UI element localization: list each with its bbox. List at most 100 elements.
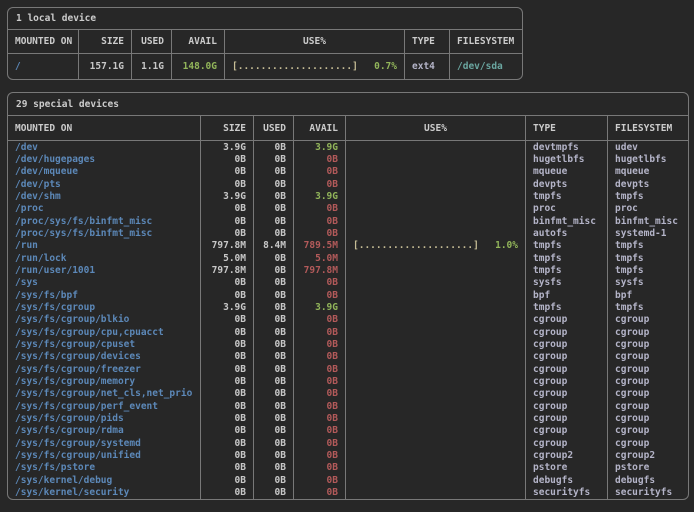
avail-cell: 0B [294,277,346,289]
used-cell: 0B [254,314,294,326]
size-cell: 0B [201,449,254,461]
mount-cell: /sys/kernel/debug [8,474,201,486]
use-percent-cell [346,425,526,437]
size-cell: 0B [201,338,254,350]
used-cell: 0B [254,203,294,215]
filesystem-cell: bpf [608,289,688,301]
used-cell: 0B [254,474,294,486]
filesystem-cell: debugfs [608,474,688,486]
mount-cell: /run/lock [8,252,201,264]
size-cell: 0B [201,178,254,190]
size-cell: 0B [201,326,254,338]
use-percent-cell [346,449,526,461]
mount-cell: /sys/fs/cgroup/systemd [8,437,201,449]
mount-cell: /dev [8,141,201,153]
filesystem-cell: hugetlbfs [608,153,688,165]
type-cell: tmpfs [526,240,608,252]
avail-cell: 148.0G [172,54,225,79]
used-cell: 0B [254,227,294,239]
size-cell: 0B [201,437,254,449]
use-percent-cell [346,289,526,301]
size-cell: 0B [201,474,254,486]
mount-cell: /proc/sys/fs/binfmt_misc [8,227,201,239]
filesystem-cell: cgroup [608,375,688,387]
use-percent-cell [346,388,526,400]
usage-bar: [....................] [232,61,358,72]
size-cell: 3.9G [201,190,254,202]
used-cell: 0B [254,400,294,412]
mount-cell: /sys/fs/cgroup/devices [8,351,201,363]
use-percent-cell [346,351,526,363]
type-cell: tmpfs [526,252,608,264]
used-cell: 0B [254,486,294,498]
size-cell: 797.8M [201,264,254,276]
avail-cell: 0B [294,388,346,400]
type-cell: cgroup [526,338,608,350]
avail-cell: 0B [294,215,346,227]
size-cell: 0B [201,166,254,178]
used-cell: 8.4M [254,240,294,252]
mount-cell: /dev/pts [8,178,201,190]
size-cell: 0B [201,153,254,165]
column-header-type: TYPE [526,116,608,141]
column-header-used: USED [132,30,172,54]
filesystem-cell: devpts [608,178,688,190]
used-cell: 0B [254,277,294,289]
use-percent-cell [346,486,526,498]
used-cell: 1.1G [132,54,172,79]
used-cell: 0B [254,375,294,387]
avail-cell: 0B [294,178,346,190]
type-cell: hugetlbfs [526,153,608,165]
used-cell: 0B [254,412,294,424]
size-cell: 0B [201,375,254,387]
use-percent-cell [346,166,526,178]
use-percent-cell [346,363,526,375]
used-cell: 0B [254,449,294,461]
use-percent-cell [346,474,526,486]
filesystem-cell: cgroup [608,425,688,437]
filesystem-cell: /dev/sda [450,54,522,79]
mount-cell: /sys/fs/cgroup [8,301,201,313]
avail-cell: 0B [294,153,346,165]
used-cell: 0B [254,388,294,400]
type-cell: autofs [526,227,608,239]
use-percent-cell [346,338,526,350]
type-cell: bpf [526,289,608,301]
size-cell: 0B [201,289,254,301]
type-cell: cgroup [526,388,608,400]
used-cell: 0B [254,153,294,165]
size-cell: 157.1G [79,54,132,79]
filesystem-cell: mqueue [608,166,688,178]
size-cell: 0B [201,314,254,326]
use-percent-cell [346,462,526,474]
mount-cell: /sys/fs/cgroup/rdma [8,425,201,437]
filesystem-cell: cgroup [608,351,688,363]
filesystem-cell: securityfs [608,486,688,498]
mount-cell: /run/user/1001 [8,264,201,276]
size-cell: 3.9G [201,141,254,153]
mount-cell: /dev/shm [8,190,201,202]
size-cell: 0B [201,203,254,215]
mount-cell: /dev/hugepages [8,153,201,165]
type-cell: cgroup [526,351,608,363]
use-percent-cell [346,178,526,190]
type-cell: cgroup2 [526,449,608,461]
mount-cell: /sys/fs/cgroup/unified [8,449,201,461]
use-percent-cell [346,252,526,264]
avail-cell: 0B [294,338,346,350]
mount-cell: /sys/fs/cgroup/cpuset [8,338,201,350]
mount-cell: /sys/fs/cgroup/net_cls,net_prio [8,388,201,400]
filesystem-cell: tmpfs [608,264,688,276]
mount-cell: /sys/fs/cgroup/blkio [8,314,201,326]
avail-cell: 0B [294,486,346,498]
terminal-screen: 1 local device MOUNTED ONSIZEUSEDAVAILUS… [7,7,687,500]
use-percent-cell: [....................]1.0% [346,240,526,252]
type-cell: proc [526,203,608,215]
type-cell: devtmpfs [526,141,608,153]
filesystem-cell: proc [608,203,688,215]
used-cell: 0B [254,462,294,474]
used-cell: 0B [254,166,294,178]
size-cell: 0B [201,277,254,289]
column-header-size: SIZE [79,30,132,54]
avail-cell: 0B [294,437,346,449]
